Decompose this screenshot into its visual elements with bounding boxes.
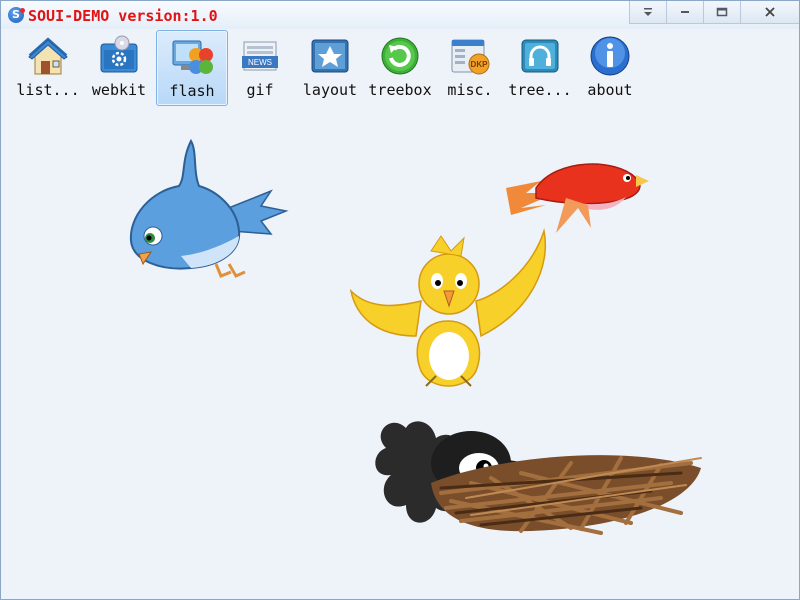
window-dkp-icon: DKP xyxy=(451,39,490,75)
tool-label: layout xyxy=(302,81,358,99)
tool-label: flash xyxy=(169,82,215,100)
app-logo-icon: S xyxy=(8,7,25,23)
tool-label: webkit xyxy=(91,81,147,99)
refresh-icon xyxy=(381,37,419,75)
tool-list[interactable]: list... xyxy=(13,30,83,104)
tool-flash[interactable]: flash xyxy=(156,30,228,106)
tool-label: about xyxy=(587,81,633,99)
window-title: SOUI-DEMO version:1.0 xyxy=(28,7,218,25)
menu-icon xyxy=(644,8,652,16)
maximize-icon xyxy=(716,7,728,17)
black-bird-nest-image xyxy=(375,421,702,535)
minimize-icon xyxy=(681,11,689,13)
tool-webkit[interactable]: webkit xyxy=(84,30,154,104)
tool-gif[interactable]: NEWS gif xyxy=(225,30,295,104)
flash-stage[interactable] xyxy=(1,108,799,599)
close-icon xyxy=(765,7,775,17)
tool-layout[interactable]: layout xyxy=(295,30,365,104)
blue-bird-image xyxy=(129,138,289,278)
flash-window-icon xyxy=(172,40,213,74)
main-window: S SOUI-DEMO version:1.0 list... webkit f… xyxy=(0,0,800,600)
tool-label: treebox xyxy=(368,81,432,99)
layout-icon xyxy=(311,39,349,73)
house-icon xyxy=(28,37,68,75)
menu-button[interactable] xyxy=(630,1,667,23)
tool-label: misc. xyxy=(447,81,493,99)
news-icon: NEWS xyxy=(242,41,278,71)
tool-about[interactable]: about xyxy=(575,30,645,104)
close-button[interactable] xyxy=(741,1,799,23)
svg-text:DKP: DKP xyxy=(471,60,489,69)
tool-misc[interactable]: DKP misc. xyxy=(435,30,505,104)
tool-treebox[interactable]: treebox xyxy=(365,30,435,104)
tool-label: gif xyxy=(246,81,274,99)
tool-label: list... xyxy=(16,81,80,99)
tool-label: tree... xyxy=(508,81,572,99)
minimize-button[interactable] xyxy=(667,1,704,23)
yellow-bird-image xyxy=(349,228,546,387)
info-icon xyxy=(590,36,630,76)
headphones-icon xyxy=(521,39,559,73)
tool-tree[interactable]: tree... xyxy=(505,30,575,104)
title-bar[interactable]: S SOUI-DEMO version:1.0 xyxy=(1,1,799,29)
maximize-button[interactable] xyxy=(704,1,741,23)
svg-text:NEWS: NEWS xyxy=(248,58,272,67)
window-controls xyxy=(629,1,799,24)
gear-window-icon xyxy=(100,35,138,73)
